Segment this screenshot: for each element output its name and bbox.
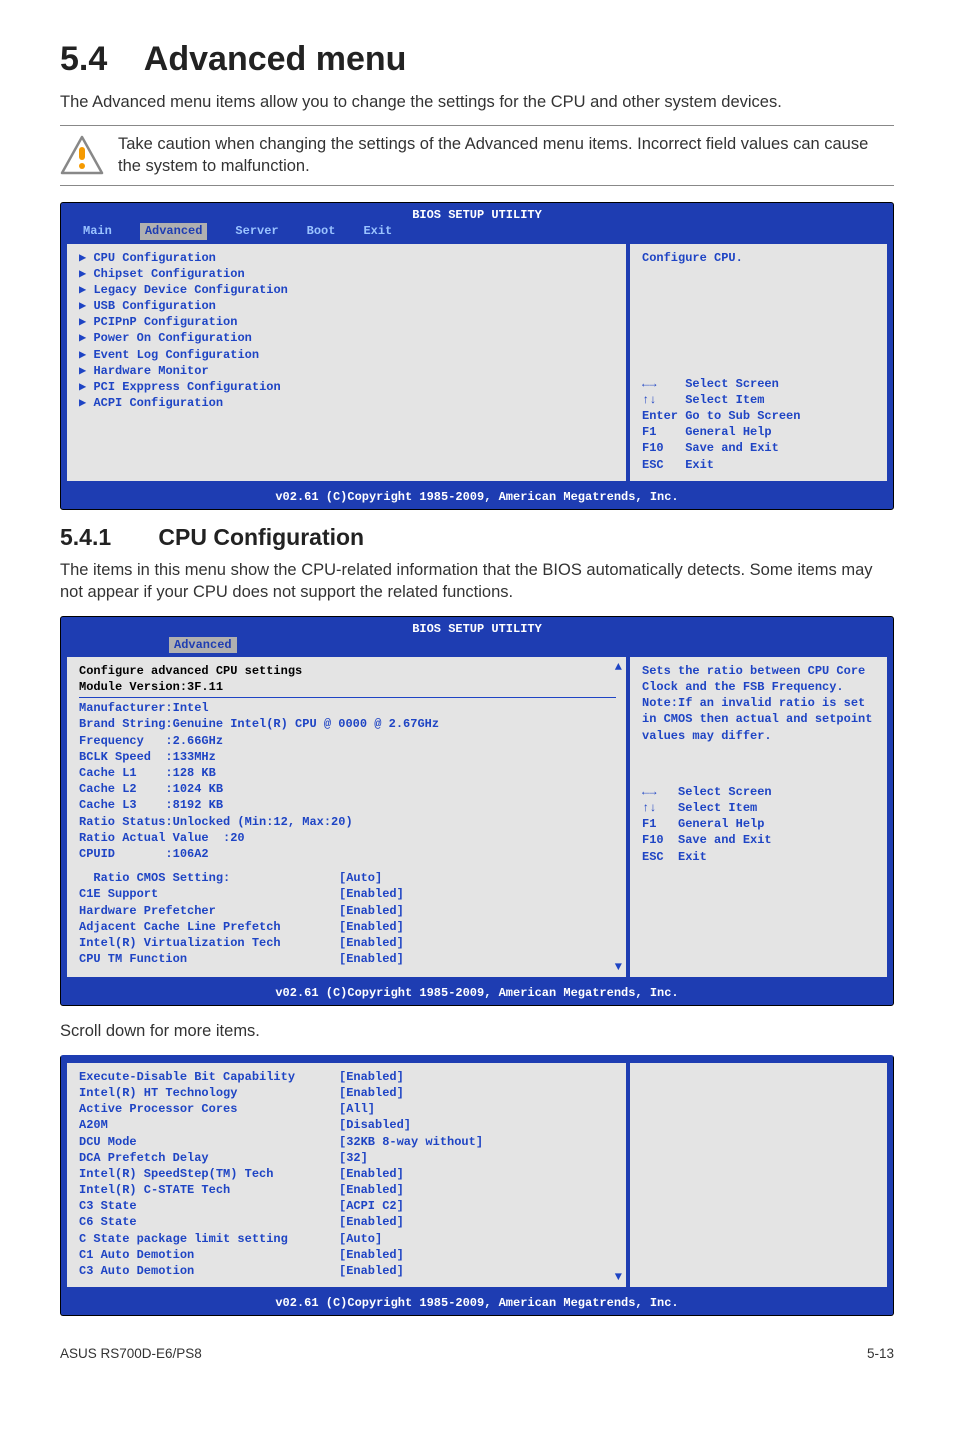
- help-key: F10 Save and Exit: [642, 832, 877, 848]
- footer-product: ASUS RS700D-E6/PS8: [60, 1346, 202, 1361]
- caution-callout: Take caution when changing the settings …: [60, 125, 894, 186]
- info-line: Ratio Actual Value :20: [79, 830, 616, 846]
- tab-boot[interactable]: Boot: [307, 223, 336, 239]
- menu-item[interactable]: ▶ PCI Exppress Configuration: [79, 379, 616, 395]
- bios-left-panel: ▲ Configure advanced CPU settings Module…: [67, 657, 626, 977]
- help-key: F1 General Help: [642, 816, 877, 832]
- section-heading: 5.4 Advanced menu: [60, 40, 894, 79]
- option-row[interactable]: Ratio CMOS Setting:[Auto]: [79, 870, 616, 886]
- subsection-number: 5.4.1: [60, 524, 152, 551]
- menu-item[interactable]: ▶ Legacy Device Configuration: [79, 282, 616, 298]
- intro-paragraph: The Advanced menu items allow you to cha…: [60, 91, 894, 113]
- tab-advanced[interactable]: Advanced: [169, 637, 237, 653]
- help-key: Enter Go to Sub Screen: [642, 408, 877, 424]
- bios-help-panel: Configure CPU. ←→ Select Screen ↑↓ Selec…: [630, 244, 887, 481]
- bios-copyright: v02.61 (C)Copyright 1985-2009, American …: [61, 1293, 893, 1315]
- menu-item[interactable]: ▶ ACPI Configuration: [79, 395, 616, 411]
- help-key: ←→ Select Screen: [642, 376, 877, 392]
- tab-exit[interactable]: Exit: [363, 223, 392, 239]
- help-key: ←→ Select Screen: [642, 784, 877, 800]
- bios-advanced-menu: BIOS SETUP UTILITY Main Advanced Server …: [60, 202, 894, 510]
- bios-copyright: v02.61 (C)Copyright 1985-2009, American …: [61, 983, 893, 1005]
- info-line: Ratio Status:Unlocked (Min:12, Max:20): [79, 814, 616, 830]
- info-line: Cache L2 :1024 KB: [79, 781, 616, 797]
- option-row[interactable]: C1E Support[Enabled]: [79, 886, 616, 902]
- scroll-down-icon[interactable]: ▼: [615, 959, 622, 975]
- bios-menubar: Advanced: [61, 637, 893, 657]
- info-line: Cache L3 :8192 KB: [79, 797, 616, 813]
- bios-left-panel: Execute-Disable Bit Capability[Enabled] …: [67, 1063, 626, 1287]
- info-line: Cache L1 :128 KB: [79, 765, 616, 781]
- cpu-settings-header: Configure advanced CPU settings: [79, 663, 616, 679]
- option-row[interactable]: DCA Prefetch Delay[32]: [79, 1150, 616, 1166]
- info-line: Brand String:Genuine Intel(R) CPU @ 0000…: [79, 716, 616, 732]
- bios-title: BIOS SETUP UTILITY: [61, 617, 893, 637]
- bios-cpu-config: BIOS SETUP UTILITY Advanced ▲ Configure …: [60, 616, 894, 1007]
- info-line: Frequency :2.66GHz: [79, 733, 616, 749]
- tab-server[interactable]: Server: [235, 223, 278, 239]
- page-footer: ASUS RS700D-E6/PS8 5-13: [60, 1346, 894, 1361]
- option-row[interactable]: C1 Auto Demotion[Enabled]: [79, 1247, 616, 1263]
- subsection-title-text: CPU Configuration: [158, 524, 364, 550]
- info-line: BCLK Speed :133MHz: [79, 749, 616, 765]
- option-row[interactable]: C6 State[Enabled]: [79, 1214, 616, 1230]
- bios-copyright: v02.61 (C)Copyright 1985-2009, American …: [61, 487, 893, 509]
- option-row[interactable]: C3 State[ACPI C2]: [79, 1198, 616, 1214]
- menu-item[interactable]: ▶ Chipset Configuration: [79, 266, 616, 282]
- menu-item[interactable]: ▶ Power On Configuration: [79, 330, 616, 346]
- help-description: Configure CPU.: [642, 250, 877, 266]
- subsection-intro: The items in this menu show the CPU-rela…: [60, 559, 894, 604]
- bios-cpu-config-continued: Execute-Disable Bit Capability[Enabled] …: [60, 1055, 894, 1317]
- menu-item[interactable]: ▶ USB Configuration: [79, 298, 616, 314]
- option-row[interactable]: Execute-Disable Bit Capability[Enabled]: [79, 1069, 616, 1085]
- help-key: ↑↓ Select Item: [642, 800, 877, 816]
- help-key: ESC Exit: [642, 849, 877, 865]
- menu-item[interactable]: ▶ PCIPnP Configuration: [79, 314, 616, 330]
- menu-item[interactable]: ▶ Event Log Configuration: [79, 347, 616, 363]
- scroll-hint: Scroll down for more items.: [60, 1020, 894, 1042]
- menu-item[interactable]: ▶ CPU Configuration: [79, 250, 616, 266]
- caution-icon: [60, 134, 104, 176]
- help-key: ↑↓ Select Item: [642, 392, 877, 408]
- option-row[interactable]: Active Processor Cores[All]: [79, 1101, 616, 1117]
- bios-help-panel: [630, 1063, 887, 1287]
- menu-item[interactable]: ▶ Hardware Monitor: [79, 363, 616, 379]
- section-title-text: Advanced menu: [144, 40, 407, 78]
- subsection-heading: 5.4.1 CPU Configuration: [60, 524, 894, 551]
- option-row[interactable]: Adjacent Cache Line Prefetch[Enabled]: [79, 919, 616, 935]
- option-row[interactable]: Intel(R) SpeedStep(TM) Tech[Enabled]: [79, 1166, 616, 1182]
- tab-advanced[interactable]: Advanced: [140, 223, 208, 239]
- option-row[interactable]: C3 Auto Demotion[Enabled]: [79, 1263, 616, 1279]
- bios-menubar: Main Advanced Server Boot Exit: [61, 223, 893, 243]
- help-description: Sets the ratio between CPU Core Clock an…: [642, 663, 877, 744]
- info-line: Manufacturer:Intel: [79, 700, 616, 716]
- option-row[interactable]: A20M[Disabled]: [79, 1117, 616, 1133]
- bios-help-panel: Sets the ratio between CPU Core Clock an…: [630, 657, 887, 977]
- module-version: Module Version:3F.11: [79, 679, 616, 698]
- scroll-down-icon[interactable]: ▼: [615, 1269, 622, 1285]
- tab-main[interactable]: Main: [83, 223, 112, 239]
- footer-page-number: 5-13: [867, 1346, 894, 1361]
- option-row[interactable]: Intel(R) HT Technology[Enabled]: [79, 1085, 616, 1101]
- help-key: F10 Save and Exit: [642, 440, 877, 456]
- bios-left-panel: ▶ CPU Configuration ▶ Chipset Configurat…: [67, 244, 626, 481]
- caution-text: Take caution when changing the settings …: [118, 134, 894, 177]
- info-line: CPUID :106A2: [79, 846, 616, 862]
- option-row[interactable]: Hardware Prefetcher[Enabled]: [79, 903, 616, 919]
- option-row[interactable]: DCU Mode[32KB 8-way without]: [79, 1134, 616, 1150]
- help-key: F1 General Help: [642, 424, 877, 440]
- option-row[interactable]: CPU TM Function[Enabled]: [79, 951, 616, 967]
- section-number: 5.4: [60, 40, 107, 78]
- help-key: ESC Exit: [642, 457, 877, 473]
- option-row[interactable]: Intel(R) C-STATE Tech[Enabled]: [79, 1182, 616, 1198]
- bios-title: BIOS SETUP UTILITY: [61, 203, 893, 223]
- option-row[interactable]: C State package limit setting[Auto]: [79, 1231, 616, 1247]
- scroll-up-icon[interactable]: ▲: [615, 659, 622, 675]
- option-row[interactable]: Intel(R) Virtualization Tech[Enabled]: [79, 935, 616, 951]
